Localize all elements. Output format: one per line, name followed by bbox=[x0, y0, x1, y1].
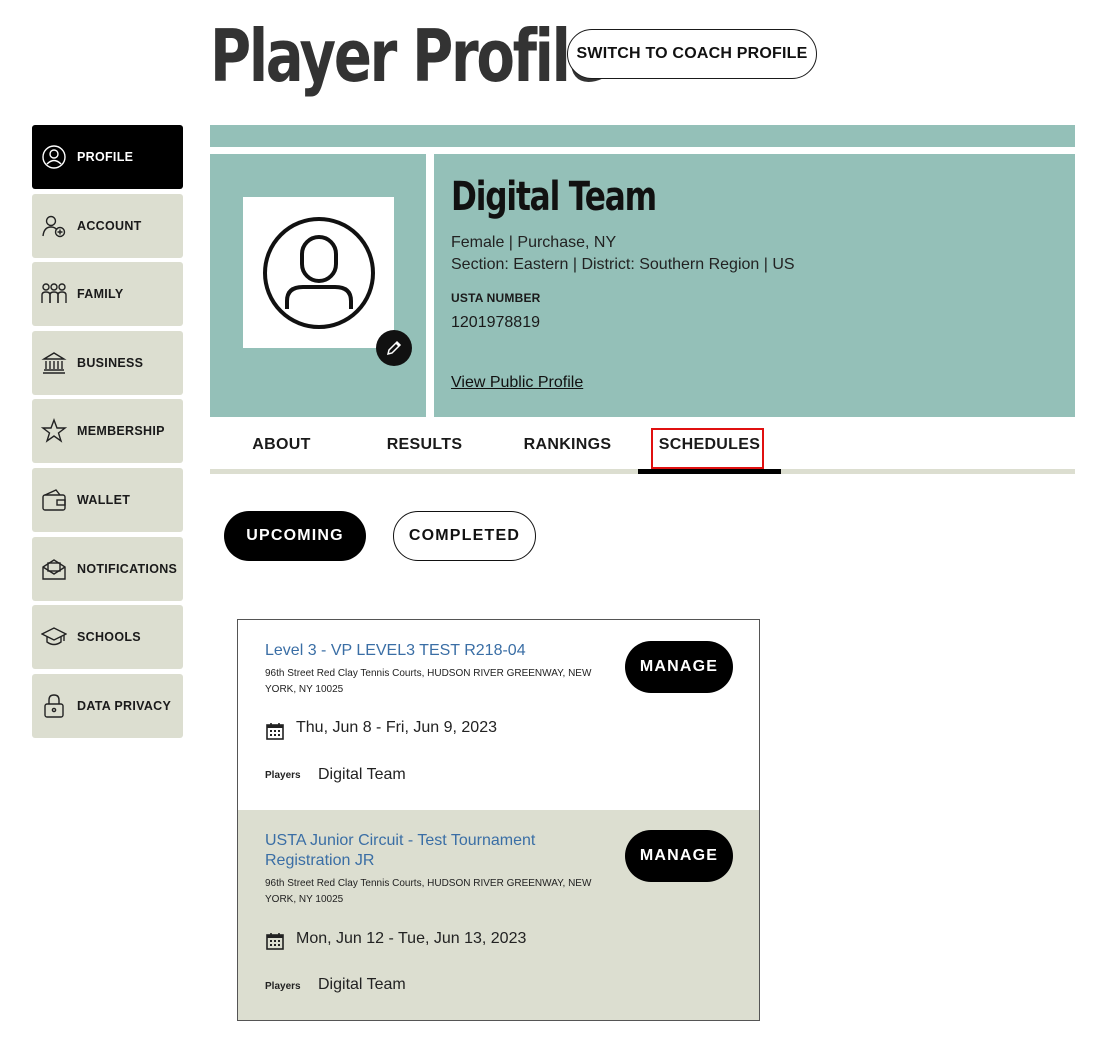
player-section: Section: Eastern | District: Southern Re… bbox=[451, 256, 795, 273]
usta-number-value: 1201978819 bbox=[451, 314, 540, 331]
sidebar-item-schools[interactable]: SCHOOLS bbox=[32, 605, 183, 670]
usta-number-label: USTA NUMBER bbox=[451, 291, 541, 305]
page-title: Player Profile bbox=[210, 14, 607, 98]
star-icon bbox=[41, 418, 67, 444]
event-dates: Mon, Jun 12 - Tue, Jun 13, 2023 bbox=[296, 930, 527, 947]
sidebar-item-wallet[interactable]: WALLET bbox=[32, 467, 183, 532]
event-title-link[interactable]: USTA Junior Circuit - Test Tournament Re… bbox=[265, 831, 595, 871]
players-value: Digital Team bbox=[318, 976, 406, 993]
player-name: Digital Team bbox=[451, 174, 657, 220]
family-icon bbox=[41, 281, 67, 307]
wallet-icon bbox=[41, 487, 67, 513]
user-circle-icon bbox=[41, 144, 67, 170]
sidebar-item-account[interactable]: ACCOUNT bbox=[32, 193, 183, 258]
sidebar-item-label: PROFILE bbox=[77, 150, 134, 164]
players-label: Players bbox=[265, 981, 301, 992]
envelope-icon bbox=[41, 556, 67, 582]
view-public-profile-link[interactable]: View Public Profile bbox=[451, 374, 583, 392]
calendar-icon bbox=[266, 933, 284, 950]
event-address: 96th Street Red Clay Tennis Courts, HUDS… bbox=[265, 878, 592, 905]
sidebar-item-data-privacy[interactable]: DATA PRIVACY bbox=[32, 673, 183, 738]
edit-avatar-button[interactable] bbox=[376, 330, 412, 366]
event-title-link[interactable]: Level 3 - VP LEVEL3 TEST R218-04 bbox=[265, 641, 595, 661]
sidebar-item-label: ACCOUNT bbox=[77, 218, 142, 233]
completed-filter-button[interactable]: COMPLETED bbox=[393, 511, 536, 561]
lock-icon bbox=[41, 693, 67, 719]
sidebar-item-business[interactable]: BUSINESS bbox=[32, 330, 183, 395]
tab-active-indicator bbox=[638, 469, 781, 474]
switch-to-coach-profile-button[interactable]: SWITCH TO COACH PROFILE bbox=[567, 29, 817, 79]
list-item: USTA Junior Circuit - Test Tournament Re… bbox=[238, 810, 759, 1020]
tab-rankings[interactable]: RANKINGS bbox=[496, 418, 639, 472]
sidebar-item-membership[interactable]: MEMBERSHIP bbox=[32, 399, 183, 464]
user-avatar-icon bbox=[262, 216, 375, 329]
sidebar-item-label: NOTIFICATIONS bbox=[77, 561, 178, 576]
event-address: 96th Street Red Clay Tennis Courts, HUDS… bbox=[265, 668, 592, 695]
sidebar-item-label: SCHOOLS bbox=[77, 630, 141, 645]
graduation-cap-icon bbox=[41, 624, 67, 650]
sidebar-item-label: DATA PRIVACY bbox=[77, 698, 172, 713]
sidebar-item-label: WALLET bbox=[77, 492, 131, 507]
profile-tabs: ABOUT RESULTS RANKINGS SCHEDULES bbox=[210, 418, 1075, 475]
sidebar-item-notifications[interactable]: NOTIFICATIONS bbox=[32, 536, 183, 601]
profile-banner bbox=[210, 125, 1075, 147]
sidebar: PROFILE ACCOUNT FAMILY BUSINESS MEMBERSH… bbox=[32, 125, 183, 742]
pencil-icon bbox=[386, 340, 402, 356]
user-add-icon bbox=[41, 213, 67, 239]
tab-highlight-box bbox=[651, 428, 764, 469]
profile-info-panel: Digital Team Female | Purchase, NY Secti… bbox=[434, 154, 1075, 417]
sidebar-item-label: BUSINESS bbox=[77, 355, 144, 370]
players-value: Digital Team bbox=[318, 766, 406, 783]
sidebar-item-label: FAMILY bbox=[77, 287, 124, 302]
sidebar-item-label: MEMBERSHIP bbox=[77, 424, 165, 439]
sidebar-item-profile[interactable]: PROFILE bbox=[32, 125, 183, 189]
calendar-icon bbox=[266, 723, 284, 740]
bank-icon bbox=[41, 350, 67, 376]
players-label: Players bbox=[265, 770, 301, 781]
list-item: Level 3 - VP LEVEL3 TEST R218-04 96th St… bbox=[238, 620, 759, 810]
tab-results[interactable]: RESULTS bbox=[353, 418, 496, 472]
sidebar-item-family[interactable]: FAMILY bbox=[32, 262, 183, 327]
tab-about[interactable]: ABOUT bbox=[210, 418, 353, 472]
manage-button[interactable]: MANAGE bbox=[625, 641, 733, 693]
schedule-list: Level 3 - VP LEVEL3 TEST R218-04 96th St… bbox=[237, 619, 760, 1021]
avatar bbox=[243, 197, 394, 348]
avatar-panel bbox=[210, 154, 426, 417]
event-dates: Thu, Jun 8 - Fri, Jun 9, 2023 bbox=[296, 719, 497, 736]
manage-button[interactable]: MANAGE bbox=[625, 830, 733, 882]
upcoming-filter-button[interactable]: UPCOMING bbox=[224, 511, 366, 561]
player-details: Female | Purchase, NY bbox=[451, 234, 617, 251]
